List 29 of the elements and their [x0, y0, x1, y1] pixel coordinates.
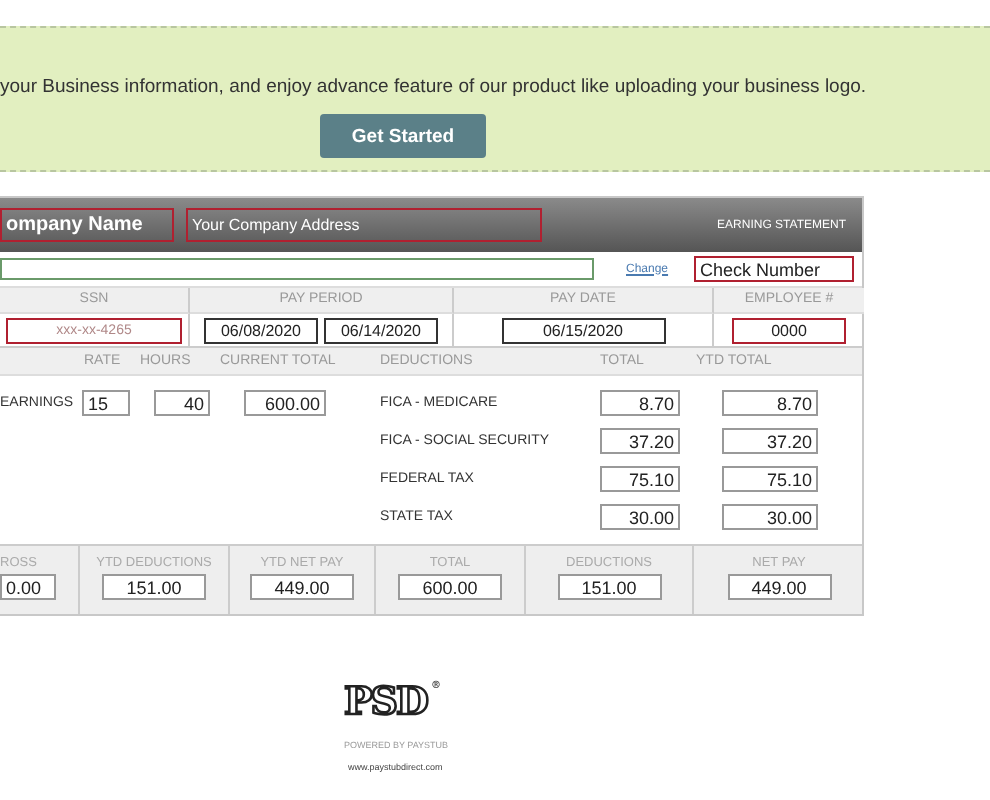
- ytd-total-field[interactable]: 75.10: [722, 466, 818, 492]
- date-field[interactable]: 06/08/2020: [204, 317, 318, 343]
- ytd-total-field[interactable]: 30.00: [722, 504, 818, 530]
- summary-field[interactable]: 0.00: [0, 574, 56, 600]
- employee-info-field[interactable]: [0, 258, 594, 280]
- ytd-total-field[interactable]: 8.70: [722, 390, 818, 416]
- company-address-field[interactable]: Your Company Address: [186, 208, 542, 242]
- deduction-total-field[interactable]: 8.70: [600, 390, 680, 416]
- current-total-field[interactable]: 600.00: [244, 390, 326, 416]
- banner-message: your Business information, and enjoy advance feature of our product like uploading your business logo.: [0, 76, 867, 98]
- rate-field[interactable]: 15: [82, 390, 130, 416]
- deduction-total-field[interactable]: 75.10: [600, 466, 680, 492]
- deduction-total-field[interactable]: 37.20: [600, 428, 680, 454]
- get-started-button[interactable]: Get Started: [320, 114, 486, 158]
- ytd-total-field[interactable]: 37.20: [722, 428, 818, 454]
- summary-field[interactable]: 600.00: [398, 574, 502, 600]
- company-name-field[interactable]: ompany Name: [0, 208, 174, 242]
- hours-field[interactable]: 40: [154, 390, 210, 416]
- logo: PSD: [344, 680, 427, 724]
- check-number-field[interactable]: Check Number: [694, 256, 854, 282]
- date-field[interactable]: 06/15/2020: [501, 317, 665, 343]
- deduction-total-field[interactable]: 30.00: [600, 504, 680, 530]
- date-field[interactable]: 06/14/2020: [324, 317, 438, 343]
- summary-field[interactable]: 449.00: [727, 574, 831, 600]
- summary-field[interactable]: 449.00: [250, 574, 354, 600]
- registered-mark: ®: [431, 680, 439, 692]
- summary-field[interactable]: 151.00: [102, 574, 206, 600]
- employee-number-field[interactable]: 0000: [732, 317, 846, 343]
- summary-field[interactable]: 151.00: [557, 574, 661, 600]
